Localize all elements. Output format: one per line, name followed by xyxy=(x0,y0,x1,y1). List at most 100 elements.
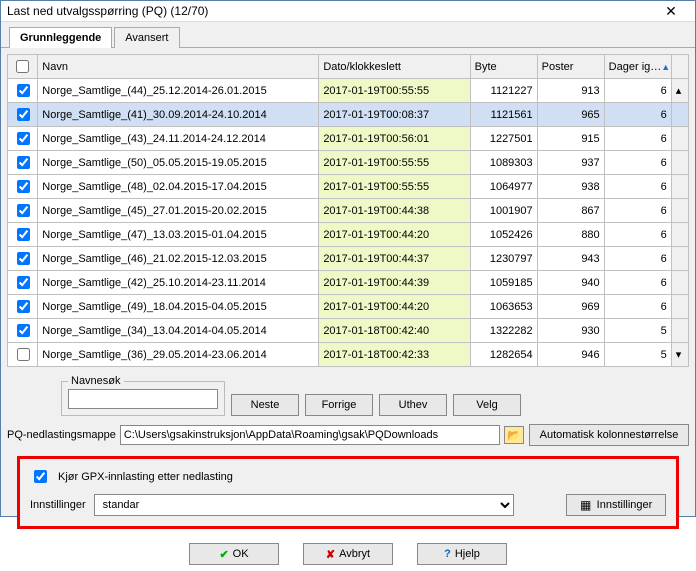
table-row[interactable]: Norge_Samtlige_(50)_05.05.2015-19.05.201… xyxy=(8,151,689,175)
path-label: PQ-nedlastingsmappe xyxy=(7,429,116,441)
row-checkbox[interactable] xyxy=(17,84,30,97)
table-row[interactable]: Norge_Samtlige_(48)_02.04.2015-17.04.201… xyxy=(8,175,689,199)
gpx-load-checkbox[interactable] xyxy=(34,470,47,483)
next-button[interactable]: Neste xyxy=(231,394,299,416)
cell-byte: 1089303 xyxy=(470,151,537,175)
scrollbar-cell[interactable]: ▴ xyxy=(671,79,688,103)
row-checkbox[interactable] xyxy=(17,180,30,193)
button-bar: ✔OK ✘Avbryt ?Hjelp xyxy=(1,535,695,571)
header-date[interactable]: Dato/klokkeslett xyxy=(319,55,470,79)
cancel-button[interactable]: ✘Avbryt xyxy=(303,543,393,565)
header-name[interactable]: Navn xyxy=(38,55,319,79)
name-search-field: Navnesøk xyxy=(61,375,225,416)
cell-byte: 1001907 xyxy=(470,199,537,223)
row-checkbox-cell[interactable] xyxy=(8,319,38,343)
cell-name: Norge_Samtlige_(34)_13.04.2014-04.05.201… xyxy=(38,319,319,343)
header-posts[interactable]: Poster xyxy=(537,55,604,79)
path-row: PQ-nedlastingsmappe 📂 Automatisk kolonne… xyxy=(7,424,689,446)
header-byte[interactable]: Byte xyxy=(470,55,537,79)
cell-posts: 946 xyxy=(537,343,604,367)
table-row[interactable]: Norge_Samtlige_(46)_21.02.2015-12.03.201… xyxy=(8,247,689,271)
table-row[interactable]: Norge_Samtlige_(47)_13.03.2015-01.04.201… xyxy=(8,223,689,247)
tab-basic[interactable]: Grunnleggende xyxy=(9,27,112,48)
header-days[interactable]: Dager ig…▲ xyxy=(604,55,671,79)
cell-date: 2017-01-19T00:44:20 xyxy=(319,223,470,247)
cell-byte: 1121561 xyxy=(470,103,537,127)
row-checkbox-cell[interactable] xyxy=(8,151,38,175)
row-checkbox[interactable] xyxy=(17,108,30,121)
scrollbar-cell[interactable]: ▾ xyxy=(671,343,688,367)
prev-button[interactable]: Forrige xyxy=(305,394,373,416)
select-button[interactable]: Velg xyxy=(453,394,521,416)
row-checkbox[interactable] xyxy=(17,156,30,169)
close-icon[interactable]: ✕ xyxy=(653,1,689,21)
cell-name: Norge_Samtlige_(50)_05.05.2015-19.05.201… xyxy=(38,151,319,175)
cell-days: 6 xyxy=(604,199,671,223)
cell-days: 6 xyxy=(604,79,671,103)
cell-name: Norge_Samtlige_(44)_25.12.2014-26.01.201… xyxy=(38,79,319,103)
row-checkbox[interactable] xyxy=(17,276,30,289)
scrollbar-cell xyxy=(671,271,688,295)
cell-name: Norge_Samtlige_(36)_29.05.2014-23.06.201… xyxy=(38,343,319,367)
highlight-button[interactable]: Uthev xyxy=(379,394,447,416)
path-input[interactable] xyxy=(120,425,500,445)
cell-name: Norge_Samtlige_(43)_24.11.2014-24.12.201… xyxy=(38,127,319,151)
row-checkbox[interactable] xyxy=(17,348,30,361)
cell-name: Norge_Samtlige_(42)_25.10.2014-23.11.201… xyxy=(38,271,319,295)
row-checkbox[interactable] xyxy=(17,324,30,337)
ok-button[interactable]: ✔OK xyxy=(189,543,279,565)
cell-date: 2017-01-19T00:44:39 xyxy=(319,271,470,295)
row-checkbox[interactable] xyxy=(17,228,30,241)
help-button[interactable]: ?Hjelp xyxy=(417,543,507,565)
cell-name: Norge_Samtlige_(45)_27.01.2015-20.02.201… xyxy=(38,199,319,223)
cell-days: 6 xyxy=(604,271,671,295)
header-checkbox[interactable] xyxy=(8,55,38,79)
settings-select[interactable]: standar xyxy=(94,494,514,516)
pq-table[interactable]: Navn Dato/klokkeslett Byte Poster Dager … xyxy=(7,54,689,367)
row-checkbox-cell[interactable] xyxy=(8,175,38,199)
auto-column-button[interactable]: Automatisk kolonnestørrelse xyxy=(529,424,689,446)
select-all-checkbox[interactable] xyxy=(16,60,29,73)
row-checkbox[interactable] xyxy=(17,204,30,217)
cell-posts: 965 xyxy=(537,103,604,127)
row-checkbox-cell[interactable] xyxy=(8,271,38,295)
scrollbar-cell xyxy=(671,151,688,175)
cell-days: 6 xyxy=(604,103,671,127)
cell-name: Norge_Samtlige_(49)_18.04.2015-04.05.201… xyxy=(38,295,319,319)
table-row[interactable]: Norge_Samtlige_(34)_13.04.2014-04.05.201… xyxy=(8,319,689,343)
row-checkbox-cell[interactable] xyxy=(8,199,38,223)
cell-date: 2017-01-19T00:08:37 xyxy=(319,103,470,127)
table-row[interactable]: Norge_Samtlige_(49)_18.04.2015-04.05.201… xyxy=(8,295,689,319)
row-checkbox[interactable] xyxy=(17,252,30,265)
row-checkbox[interactable] xyxy=(17,132,30,145)
table-row[interactable]: Norge_Samtlige_(36)_29.05.2014-23.06.201… xyxy=(8,343,689,367)
row-checkbox-cell[interactable] xyxy=(8,127,38,151)
name-search-input[interactable] xyxy=(68,389,218,409)
scrollbar-cell xyxy=(671,103,688,127)
cell-date: 2017-01-19T00:55:55 xyxy=(319,175,470,199)
table-row[interactable]: Norge_Samtlige_(42)_25.10.2014-23.11.201… xyxy=(8,271,689,295)
cell-date: 2017-01-19T00:44:37 xyxy=(319,247,470,271)
table-row[interactable]: Norge_Samtlige_(44)_25.12.2014-26.01.201… xyxy=(8,79,689,103)
table-row[interactable]: Norge_Samtlige_(43)_24.11.2014-24.12.201… xyxy=(8,127,689,151)
cell-byte: 1322282 xyxy=(470,319,537,343)
row-checkbox[interactable] xyxy=(17,300,30,313)
row-checkbox-cell[interactable] xyxy=(8,295,38,319)
cell-posts: 940 xyxy=(537,271,604,295)
row-checkbox-cell[interactable] xyxy=(8,79,38,103)
row-checkbox-cell[interactable] xyxy=(8,223,38,247)
cell-date: 2017-01-19T00:44:38 xyxy=(319,199,470,223)
folder-icon[interactable]: 📂 xyxy=(504,426,524,444)
row-checkbox-cell[interactable] xyxy=(8,247,38,271)
table-row[interactable]: Norge_Samtlige_(45)_27.01.2015-20.02.201… xyxy=(8,199,689,223)
cell-byte: 1059185 xyxy=(470,271,537,295)
tab-advanced[interactable]: Avansert xyxy=(114,27,179,48)
row-checkbox-cell[interactable] xyxy=(8,103,38,127)
cell-days: 5 xyxy=(604,343,671,367)
settings-button[interactable]: Innstillinger xyxy=(566,494,666,516)
cell-byte: 1282654 xyxy=(470,343,537,367)
cell-days: 6 xyxy=(604,175,671,199)
cell-byte: 1227501 xyxy=(470,127,537,151)
row-checkbox-cell[interactable] xyxy=(8,343,38,367)
table-row[interactable]: Norge_Samtlige_(41)_30.09.2014-24.10.201… xyxy=(8,103,689,127)
